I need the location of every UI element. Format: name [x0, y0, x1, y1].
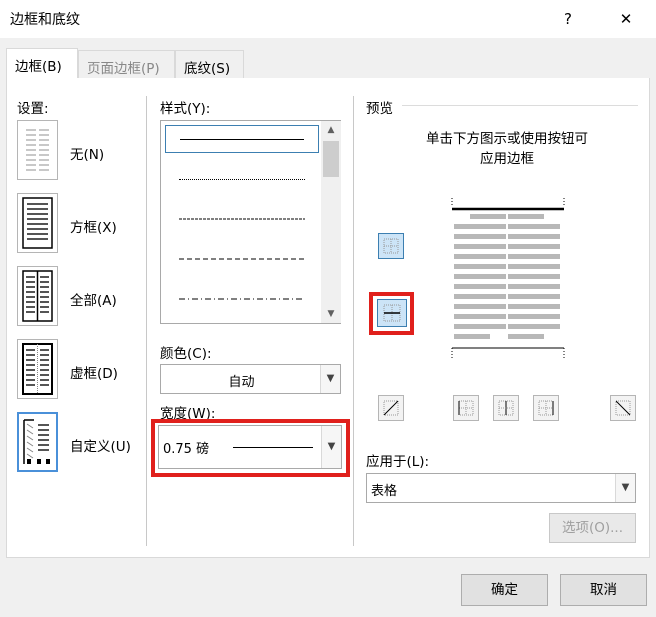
- ok-button[interactable]: 确定: [461, 574, 548, 606]
- cancel-button[interactable]: 取消: [560, 574, 647, 606]
- style-option-dash-dot[interactable]: [165, 285, 319, 313]
- preview-diagram[interactable]: [446, 198, 570, 360]
- preview-header: 预览: [366, 101, 393, 117]
- apply-to-value: 表格: [371, 484, 398, 499]
- setting-grid-label[interactable]: 虚框(D): [70, 362, 118, 382]
- setting-none-icon[interactable]: [17, 120, 58, 180]
- diagonal-down-border-icon[interactable]: [610, 395, 636, 421]
- style-option-dotted[interactable]: [165, 165, 319, 193]
- style-option-dashed-fine[interactable]: [165, 205, 319, 233]
- divider: [353, 96, 354, 546]
- setting-box-label[interactable]: 方框(X): [70, 216, 117, 236]
- apply-to-label: 应用于(L):: [366, 454, 430, 470]
- width-dropdown[interactable]: 0.75 磅 ▼: [158, 425, 342, 469]
- close-button[interactable]: ✕: [612, 6, 640, 32]
- style-option-dashed[interactable]: [165, 245, 319, 273]
- settings-header: 设置:: [17, 101, 49, 117]
- apply-to-dropdown[interactable]: 表格 ▼: [366, 473, 636, 503]
- tab-page-border[interactable]: 页面边框(P): [78, 50, 175, 79]
- width-line-preview: [233, 447, 313, 448]
- setting-none-label[interactable]: 无(N): [70, 143, 104, 163]
- scroll-thumb[interactable]: [323, 141, 339, 177]
- chevron-down-icon[interactable]: ▼: [320, 365, 340, 393]
- preview-instruction-2: 应用边框: [480, 151, 534, 167]
- preview-rule: [402, 105, 638, 106]
- left-border-icon[interactable]: [453, 395, 479, 421]
- preview-instruction-1: 单击下方图示或使用按钮可: [426, 131, 588, 147]
- setting-custom-label[interactable]: 自定义(U): [70, 435, 131, 455]
- color-value: 自动: [228, 375, 255, 390]
- setting-all-icon[interactable]: [17, 266, 58, 326]
- style-scrollbar[interactable]: ▲ ▼: [321, 121, 341, 323]
- scroll-down-icon[interactable]: ▼: [321, 305, 341, 323]
- style-listbox[interactable]: ▲ ▼: [160, 120, 341, 324]
- tab-borders[interactable]: 边框(B): [6, 48, 78, 79]
- diagonal-up-border-icon[interactable]: [378, 395, 404, 421]
- right-border-icon[interactable]: [533, 395, 559, 421]
- setting-grid-icon[interactable]: [17, 339, 58, 399]
- tab-shading[interactable]: 底纹(S): [175, 50, 244, 79]
- width-value: 0.75 磅: [163, 442, 210, 457]
- inside-vertical-border-icon[interactable]: [493, 395, 519, 421]
- top-border-icon[interactable]: [378, 233, 404, 259]
- options-button[interactable]: 选项(O)...: [549, 513, 636, 543]
- dialog-title: 边框和底纹: [10, 12, 80, 28]
- help-button[interactable]: ?: [554, 6, 582, 32]
- divider: [146, 96, 147, 546]
- setting-custom-icon[interactable]: [17, 412, 58, 472]
- style-option-solid[interactable]: [165, 125, 319, 153]
- chevron-down-icon[interactable]: ▼: [615, 474, 635, 502]
- setting-all-label[interactable]: 全部(A): [70, 289, 117, 309]
- setting-box-icon[interactable]: [17, 193, 58, 253]
- style-header: 样式(Y):: [160, 101, 211, 117]
- scroll-up-icon[interactable]: ▲: [321, 121, 341, 139]
- color-label: 颜色(C):: [160, 346, 212, 362]
- inside-horizontal-border-icon[interactable]: [377, 299, 407, 327]
- color-dropdown[interactable]: 自动 ▼: [160, 364, 341, 394]
- chevron-down-icon[interactable]: ▼: [321, 426, 341, 468]
